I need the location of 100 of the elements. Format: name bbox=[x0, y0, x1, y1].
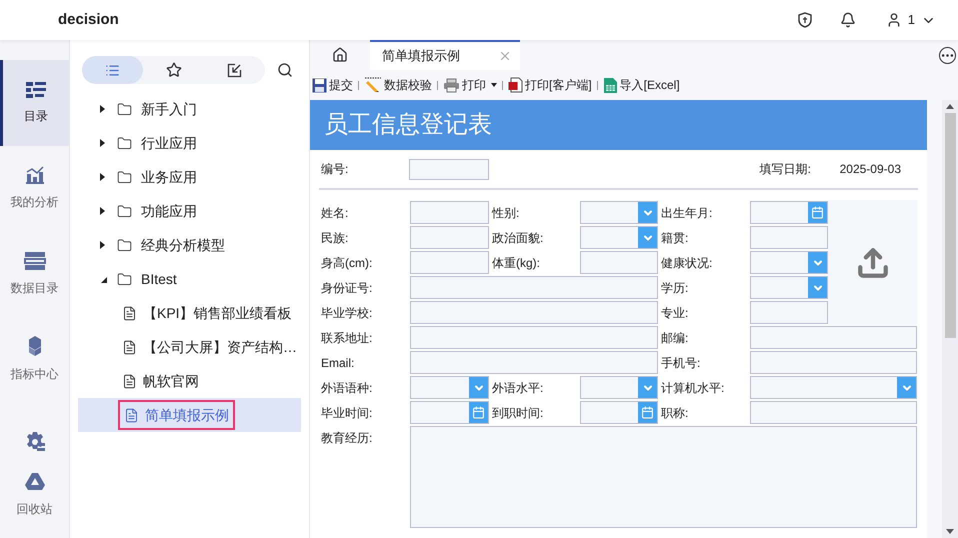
form-title: 员工信息登记表 bbox=[324, 110, 492, 140]
text-field[interactable] bbox=[750, 226, 828, 249]
dropdown-field[interactable] bbox=[580, 201, 658, 224]
nav-item[interactable]: 目录 bbox=[0, 60, 69, 146]
toolbar-button[interactable]: 打印 bbox=[443, 76, 497, 94]
date-field[interactable] bbox=[410, 401, 489, 424]
scroll-up-icon[interactable] bbox=[946, 104, 954, 109]
tree-report-item[interactable]: 【公司大屏】资产结构… bbox=[118, 332, 301, 362]
field-label: 身高(cm): bbox=[320, 254, 374, 272]
tree-folder-item[interactable]: 功能应用 bbox=[78, 194, 301, 228]
document-icon bbox=[124, 408, 139, 422]
more-icon[interactable] bbox=[939, 47, 956, 64]
user-icon bbox=[886, 12, 902, 28]
folder-icon bbox=[117, 238, 132, 252]
field-label: 职称: bbox=[660, 404, 690, 422]
text-field[interactable] bbox=[410, 226, 489, 249]
dropdown-field[interactable] bbox=[580, 226, 658, 249]
close-icon[interactable] bbox=[498, 49, 512, 63]
field-label: 外语水平: bbox=[491, 380, 544, 396]
dropdown-icon bbox=[638, 227, 657, 248]
field-label: 专业: bbox=[660, 304, 690, 322]
dropdown-field[interactable] bbox=[750, 276, 828, 299]
triangle-drive-icon bbox=[24, 472, 46, 492]
document-icon bbox=[122, 374, 137, 388]
scrollbar-thumb[interactable] bbox=[944, 113, 956, 338]
database-icon bbox=[24, 250, 46, 271]
text-field[interactable] bbox=[410, 326, 658, 349]
tree-folder-item[interactable]: 业务应用 bbox=[78, 160, 301, 194]
field-label: 性别: bbox=[490, 204, 520, 222]
tree-report-item[interactable]: 【KPI】销售部业绩看板 bbox=[118, 298, 296, 328]
dropdown-field[interactable] bbox=[580, 376, 658, 399]
text-field[interactable] bbox=[410, 301, 658, 324]
tree-folder-item[interactable]: 行业应用 bbox=[78, 126, 301, 160]
dropdown-field[interactable] bbox=[410, 376, 489, 399]
date-field[interactable] bbox=[580, 401, 658, 424]
text-field[interactable] bbox=[410, 251, 489, 274]
folder-icon bbox=[117, 136, 132, 150]
dropdown-icon bbox=[469, 377, 488, 398]
tree-folder-item[interactable]: BItest bbox=[78, 262, 301, 296]
folder-icon bbox=[117, 102, 132, 116]
tree-report-item[interactable]: 帆软官网 bbox=[118, 366, 203, 396]
search-icon[interactable] bbox=[277, 62, 293, 78]
text-field[interactable] bbox=[410, 276, 658, 299]
star-icon bbox=[166, 62, 182, 78]
tree-folder-item[interactable]: 经典分析模型 bbox=[78, 228, 301, 262]
field-label: 到职时间: bbox=[491, 404, 544, 422]
date-value: 2025-09-03 bbox=[840, 161, 901, 178]
field-label: 民族: bbox=[320, 230, 350, 246]
text-field[interactable] bbox=[750, 326, 917, 349]
field-label: 毕业时间: bbox=[320, 404, 374, 422]
field-label: 毕业学校: bbox=[320, 304, 374, 322]
field-label: 计算机水平: bbox=[660, 380, 726, 396]
date-field[interactable] bbox=[750, 201, 828, 224]
text-field[interactable] bbox=[410, 201, 489, 224]
nav-item[interactable]: 指标中心 bbox=[0, 316, 69, 402]
user-menu[interactable]: 1 bbox=[886, 10, 936, 30]
text-field[interactable] bbox=[410, 351, 658, 374]
shield-icon[interactable] bbox=[798, 12, 812, 28]
print-document-icon bbox=[508, 77, 523, 93]
field-label: 邮编: bbox=[660, 330, 690, 346]
toolbar-button[interactable]: 数据校验 bbox=[364, 76, 432, 94]
bar-chart-icon bbox=[24, 165, 46, 186]
photo-upload-area[interactable] bbox=[828, 200, 917, 325]
field-label: 填写日期: bbox=[760, 161, 812, 178]
dropdown-icon bbox=[808, 252, 827, 273]
tree-folder-item[interactable]: 新手入门 bbox=[78, 92, 301, 126]
text-field[interactable] bbox=[750, 301, 828, 324]
field-label: 籍贯: bbox=[660, 230, 690, 246]
report-tab[interactable]: 简单填报示例 bbox=[370, 40, 520, 70]
text-field[interactable] bbox=[580, 251, 658, 274]
nav-item[interactable]: 我的分析 bbox=[0, 146, 69, 231]
toolbar-button[interactable]: 导入[Excel] bbox=[602, 76, 680, 94]
nav-item[interactable]: 回收站 bbox=[0, 452, 69, 538]
text-area[interactable] bbox=[410, 426, 917, 528]
home-icon bbox=[332, 47, 348, 63]
pencil-ruler-icon bbox=[364, 77, 382, 93]
calendar-icon bbox=[469, 402, 488, 423]
field-label: 政治面貌: bbox=[491, 230, 544, 246]
number-field[interactable] bbox=[409, 158, 489, 180]
field-label: 手机号: bbox=[660, 354, 702, 372]
document-icon bbox=[122, 340, 137, 354]
text-field[interactable] bbox=[750, 401, 917, 424]
nav-item[interactable]: 数据目录 bbox=[0, 231, 69, 316]
notification-icon[interactable] bbox=[840, 12, 856, 28]
calendar-icon bbox=[808, 202, 827, 223]
upload-icon bbox=[856, 246, 890, 280]
dropdown-field[interactable] bbox=[750, 251, 828, 274]
toolbar-button[interactable]: 提交 bbox=[312, 76, 353, 94]
dropdown-icon bbox=[808, 277, 827, 298]
field-label: Email: bbox=[320, 354, 356, 372]
field-label: 体重(kg): bbox=[491, 254, 541, 272]
toolbar-button[interactable]: 打印[客户端] bbox=[508, 76, 592, 94]
field-label: 学历: bbox=[660, 280, 690, 296]
field-label: 教育经历: bbox=[320, 430, 374, 447]
list-icon bbox=[25, 80, 47, 99]
scroll-down-icon[interactable] bbox=[946, 529, 954, 534]
dropdown-field[interactable] bbox=[750, 376, 917, 399]
tree-report-item[interactable]: 简单填报示例 bbox=[118, 400, 235, 430]
field-label: 编号: bbox=[321, 161, 350, 178]
text-field[interactable] bbox=[750, 351, 917, 374]
